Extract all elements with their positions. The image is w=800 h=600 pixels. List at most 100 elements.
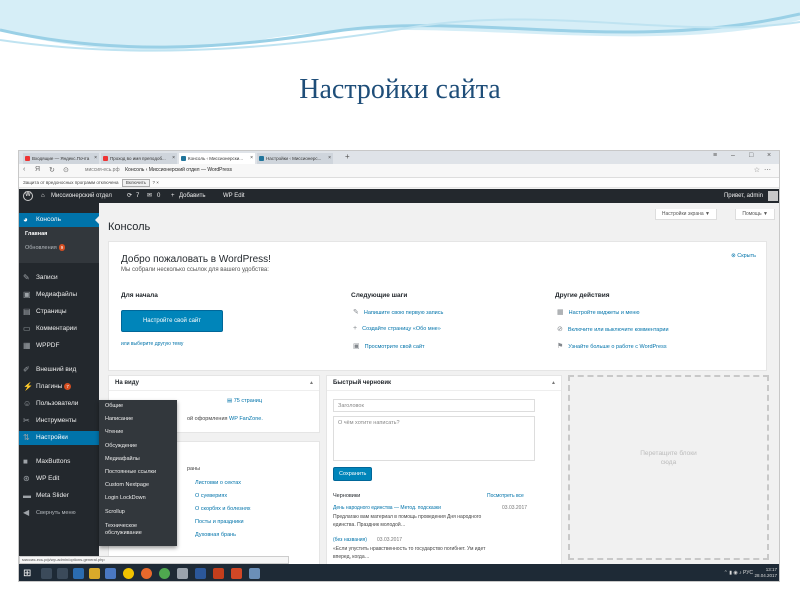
tabs-menu-icon[interactable]: ≡ (713, 152, 717, 159)
help-icon[interactable]: ? × (151, 180, 159, 185)
search-icon[interactable] (41, 568, 52, 579)
theme-link[interactable]: WP FanZone. (229, 416, 263, 422)
clock[interactable]: 13:17 28.04.2017 (754, 567, 777, 579)
browser-tab-settings[interactable]: Настройки ‹ Миссионерс... × (257, 153, 333, 164)
back-icon[interactable]: ‹ (23, 166, 25, 173)
reload-icon[interactable]: ↻ (49, 166, 55, 174)
sidebar-sub-main[interactable]: Главная (19, 227, 99, 241)
help-button[interactable]: Помощь ▼ (735, 209, 775, 220)
greeting[interactable]: Привет, admin (724, 189, 763, 203)
post-link[interactable]: Листовки о сектах (195, 480, 241, 486)
close-icon[interactable]: × (328, 153, 331, 164)
toggle-comments-link[interactable]: ⊘ Включите или выключите комментарии (557, 325, 669, 333)
flyout-item-writing[interactable]: Написание (99, 413, 177, 426)
flyout-item-maintenance[interactable]: Техническое обслуживание (99, 519, 163, 541)
choose-theme-link[interactable]: или выберите другую тему (121, 341, 183, 347)
updates-count[interactable]: 7 (136, 189, 139, 203)
widget-drop-zone[interactable]: Перетащите блоки сюда (568, 375, 769, 560)
toggle-icon[interactable]: ▲ (551, 376, 556, 391)
comments-icon[interactable]: ✉ (147, 189, 152, 203)
flyout-item-custom-nextpage[interactable]: Custom Nextpage (99, 479, 177, 492)
sidebar-item-users[interactable]: ☺ Пользователи (19, 397, 99, 411)
system-tray[interactable]: ⌃ ▮ ◉ ♪ РУС (724, 564, 753, 581)
flyout-item-scrollup[interactable]: Scrollup (99, 506, 177, 519)
chrome-icon[interactable] (159, 568, 170, 579)
browser-toolbar-icons[interactable]: ☆⋯ (754, 166, 775, 174)
sidebar-item-wppdf[interactable]: ▦ WPPDF (19, 339, 99, 353)
quick-draft-heading[interactable]: Быстрый черновик ▲ (327, 376, 561, 391)
flyout-item-media[interactable]: Медиафайлы (99, 453, 177, 466)
browser-tab-mail[interactable]: Входящие — Яндекс.Почта × (23, 153, 99, 164)
minimize-icon[interactable]: – (731, 152, 735, 159)
avatar[interactable] (768, 191, 778, 201)
store-icon[interactable] (105, 568, 116, 579)
sidebar-item-plugins[interactable]: ⚡ Плагины 7 (19, 380, 99, 394)
close-icon[interactable]: × (172, 153, 175, 164)
draft-title-link[interactable]: День народного единства — Метод. подсказ… (333, 505, 441, 511)
browser-tab-passage[interactable]: Проход во имя преподоб... × (101, 153, 177, 164)
home-icon[interactable]: ⌂ (41, 189, 45, 203)
add-new-button[interactable]: Добавить (179, 189, 206, 203)
app-icon[interactable] (231, 568, 242, 579)
windows-start-icon[interactable]: ⊞ (23, 568, 31, 579)
post-link[interactable]: О суевериях (195, 493, 227, 499)
customize-site-button[interactable]: Настройте свой сайт (121, 310, 223, 332)
sidebar-item-appearance[interactable]: ✐ Внешний вид (19, 363, 99, 377)
browser-tab-console[interactable]: Консоль ‹ Миссионерски... × (179, 153, 255, 164)
sidebar-item-tools[interactable]: ✂ Инструменты (19, 414, 99, 428)
updates-icon[interactable]: ⟳ (127, 189, 132, 203)
sidebar-item-posts[interactable]: ✎ Записи (19, 271, 99, 285)
create-about-page-link[interactable]: + Создайте страницу «Обо мне» (353, 325, 441, 332)
folder-icon[interactable] (89, 568, 100, 579)
plus-icon[interactable]: + (171, 189, 175, 203)
edge-browser-icon[interactable] (73, 568, 84, 579)
sidebar-item-console[interactable]: ◕ Консоль (19, 213, 99, 227)
yandex-logo-icon[interactable]: Я (35, 166, 40, 173)
comments-count[interactable]: 0 (157, 189, 160, 203)
sidebar-item-pages[interactable]: ▤ Страницы (19, 305, 99, 319)
flyout-item-discussion[interactable]: Обсуждение (99, 440, 177, 453)
wordpress-logo-icon[interactable]: W (23, 191, 33, 201)
language-indicator[interactable]: РУС (743, 570, 753, 576)
save-draft-button[interactable]: Сохранить (333, 467, 373, 481)
calculator-icon[interactable] (177, 568, 188, 579)
powerpoint-icon[interactable] (213, 568, 224, 579)
flyout-item-reading[interactable]: Чтение (99, 426, 177, 439)
flyout-item-permalinks[interactable]: Постоянные ссылки (99, 466, 177, 479)
toggle-icon[interactable]: ▲ (309, 376, 314, 391)
sidebar-item-comments[interactable]: ▭ Комментарии (19, 322, 99, 336)
close-icon[interactable]: × (250, 153, 253, 164)
widgets-menus-link[interactable]: ▦ Настройте виджеты и меню (557, 308, 640, 316)
flyout-item-general[interactable]: Общие (99, 400, 177, 413)
draft-title-link[interactable]: (без названия) (333, 537, 367, 543)
word-icon[interactable] (195, 568, 206, 579)
learn-more-link[interactable]: ⚑ Узнайте больше о работе с WordPress (557, 342, 667, 350)
view-site-link[interactable]: ▣ Просмотрите свой сайт (353, 342, 425, 350)
sidebar-item-wp-edit[interactable]: ⊛ WP Edit (19, 472, 99, 486)
dismiss-welcome-link[interactable]: ⊗ Скрыть (731, 253, 756, 259)
post-link[interactable]: Духовная брань (195, 532, 236, 538)
draft-title-input[interactable]: Заголовок (333, 399, 535, 412)
wp-edit-button[interactable]: WP Edit (223, 189, 245, 203)
admin-bar-site-name[interactable]: Миссионерский отдел (51, 189, 112, 203)
sidebar-item-maxbuttons[interactable]: ■ MaxButtons (19, 455, 99, 469)
post-link[interactable]: Посты и праздники (195, 519, 244, 525)
site-lock-icon[interactable]: ⊙ (63, 166, 69, 174)
screen-options-button[interactable]: Настройки экрана ▼ (654, 209, 717, 220)
url-field[interactable]: миссия-есь.рф Консоль ‹ Миссионерский от… (85, 167, 232, 173)
sidebar-item-settings[interactable]: ⇅ Настройки (19, 431, 99, 445)
sidebar-item-media[interactable]: ▣ Медиафайлы (19, 288, 99, 302)
window-close-icon[interactable]: × (767, 152, 771, 159)
pages-count-link[interactable]: ▤ 75 страниц (227, 398, 262, 404)
new-tab-button[interactable]: + (345, 152, 350, 161)
enable-protection-button[interactable]: Включить (121, 179, 150, 187)
firefox-icon[interactable] (141, 568, 152, 579)
yandex-browser-icon[interactable] (123, 568, 134, 579)
sidebar-item-meta-slider[interactable]: ▬ Meta Slider (19, 489, 99, 503)
write-first-post-link[interactable]: ✎ Напишите свою первую запись (353, 308, 443, 316)
view-all-drafts-link[interactable]: Посмотреть все (487, 493, 524, 499)
draft-body-textarea[interactable]: О чём хотите написать? (333, 416, 535, 461)
app-icon[interactable] (249, 568, 260, 579)
task-view-icon[interactable] (57, 568, 68, 579)
at-a-glance-heading[interactable]: На виду ▲ (109, 376, 319, 391)
